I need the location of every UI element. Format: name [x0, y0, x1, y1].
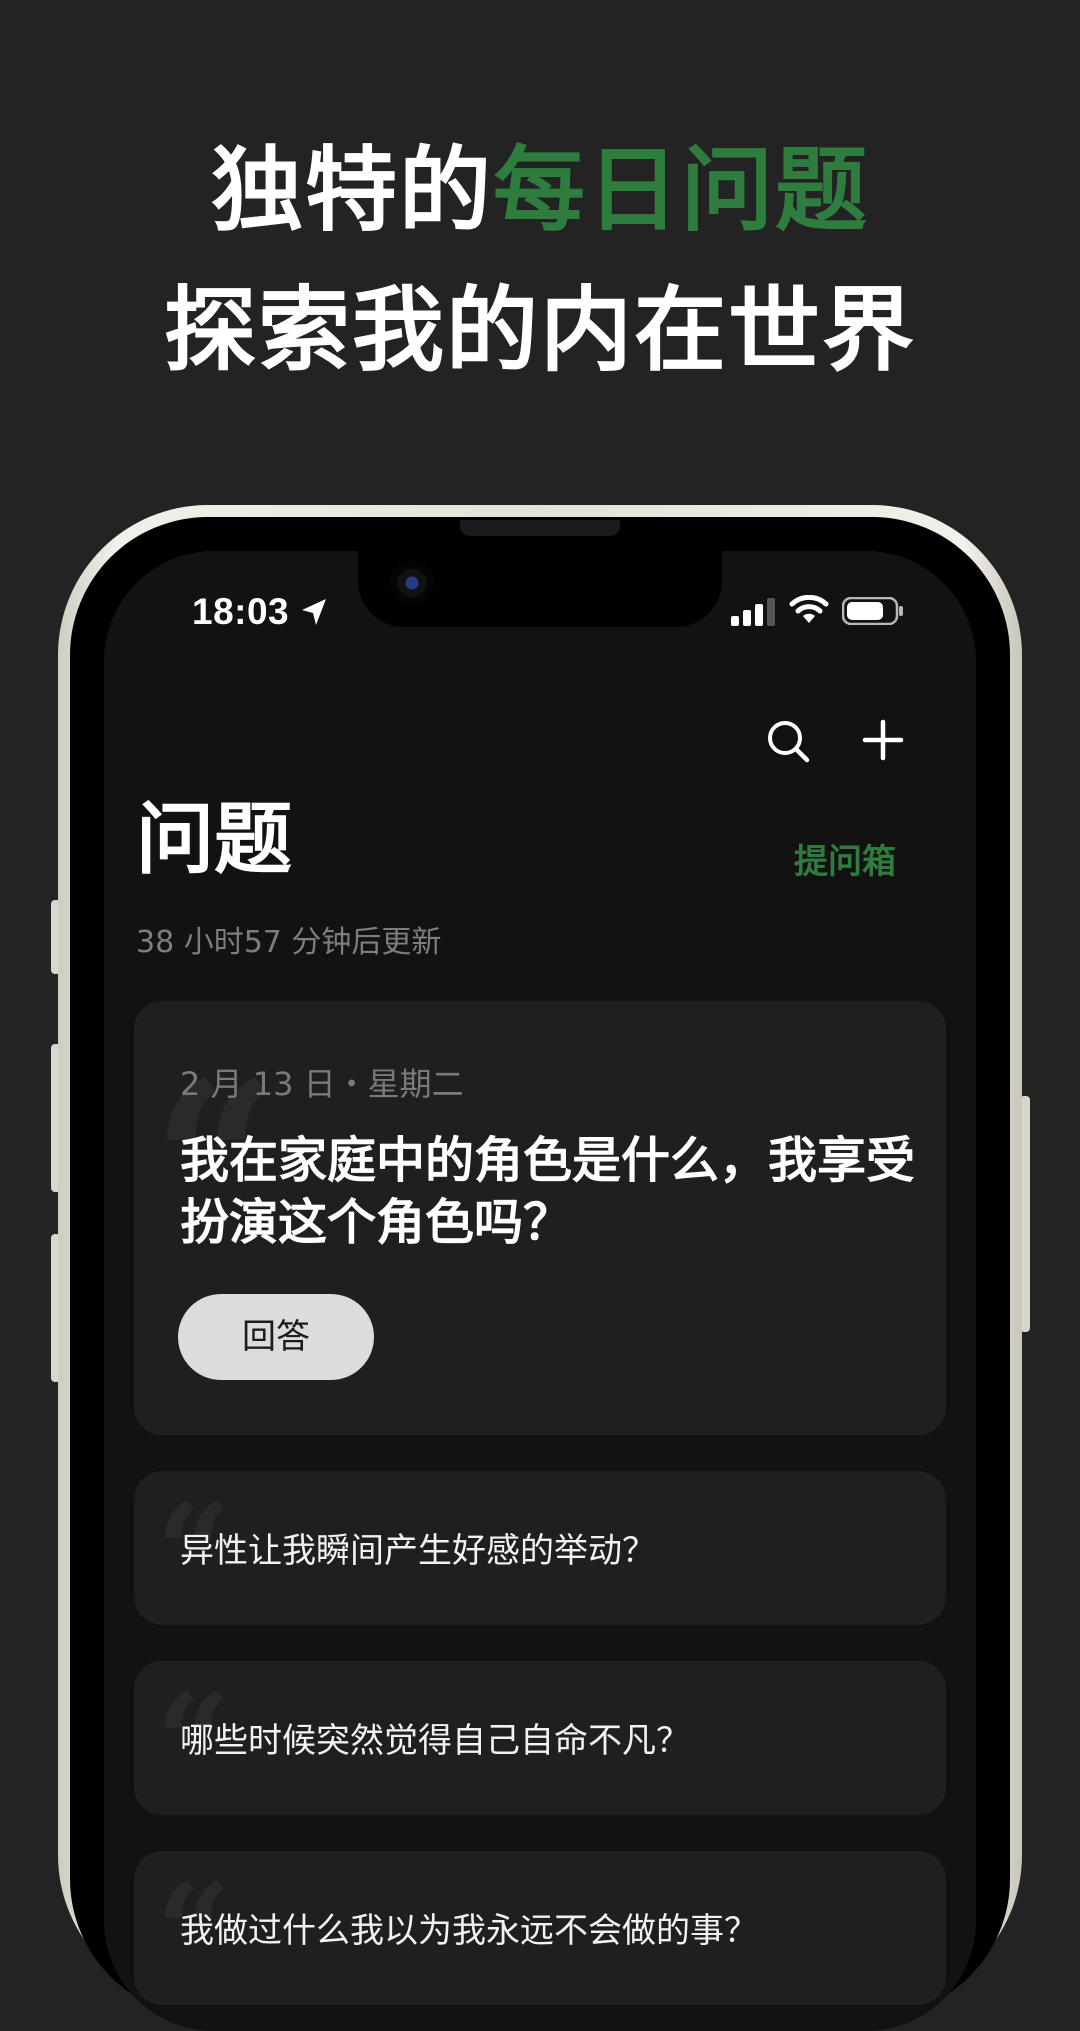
question-box-link[interactable]: 提问箱	[794, 834, 896, 883]
search-icon[interactable]	[766, 719, 810, 763]
earpiece-speaker	[460, 520, 620, 536]
page-title: 问题	[136, 794, 293, 885]
daily-question-text: 我在家庭中的角色是什么，我享受扮演这个角色吗？	[180, 1131, 916, 1251]
plus-icon[interactable]	[862, 719, 904, 761]
question-text: 异性让我瞬间产生好感的举动？	[180, 1531, 656, 1571]
location-arrow-icon	[302, 599, 326, 625]
question-card[interactable]: “ 哪些时候突然觉得自己自命不凡？	[134, 1661, 946, 1815]
headline-prefix: 独特的	[210, 137, 493, 244]
question-text: 我做过什么我以为我永远不会做的事？	[180, 1911, 758, 1951]
question-date: 2 月 13 日・星期二	[180, 1065, 464, 1103]
cellular-signal-icon	[731, 598, 775, 626]
question-text: 哪些时候突然觉得自己自命不凡？	[180, 1721, 690, 1761]
headline-line-2: 探索我的内在世界	[163, 277, 916, 384]
daily-question-card[interactable]: “ 2 月 13 日・星期二 我在家庭中的角色是什么，我享受扮演这个角色吗？ 回…	[134, 1001, 946, 1435]
headline-line-1: 独特的每日问题	[0, 145, 1080, 237]
question-card[interactable]: “ 我做过什么我以为我永远不会做的事？	[134, 1851, 946, 2005]
notch	[358, 551, 722, 627]
headline-accent: 每日问题	[493, 137, 870, 244]
phone-screen: 18:03 问题 提问箱 38 小时57 分钟后更新 “ 2 月 13 日・星期…	[104, 551, 976, 2031]
answer-button[interactable]: 回答	[178, 1294, 374, 1380]
status-time: 18:03	[192, 591, 290, 632]
update-countdown: 38 小时57 分钟后更新	[136, 925, 442, 960]
question-card[interactable]: “ 异性让我瞬间产生好感的举动？	[134, 1471, 946, 1625]
battery-icon	[842, 597, 903, 625]
wifi-icon	[789, 595, 829, 623]
front-camera	[390, 561, 434, 605]
